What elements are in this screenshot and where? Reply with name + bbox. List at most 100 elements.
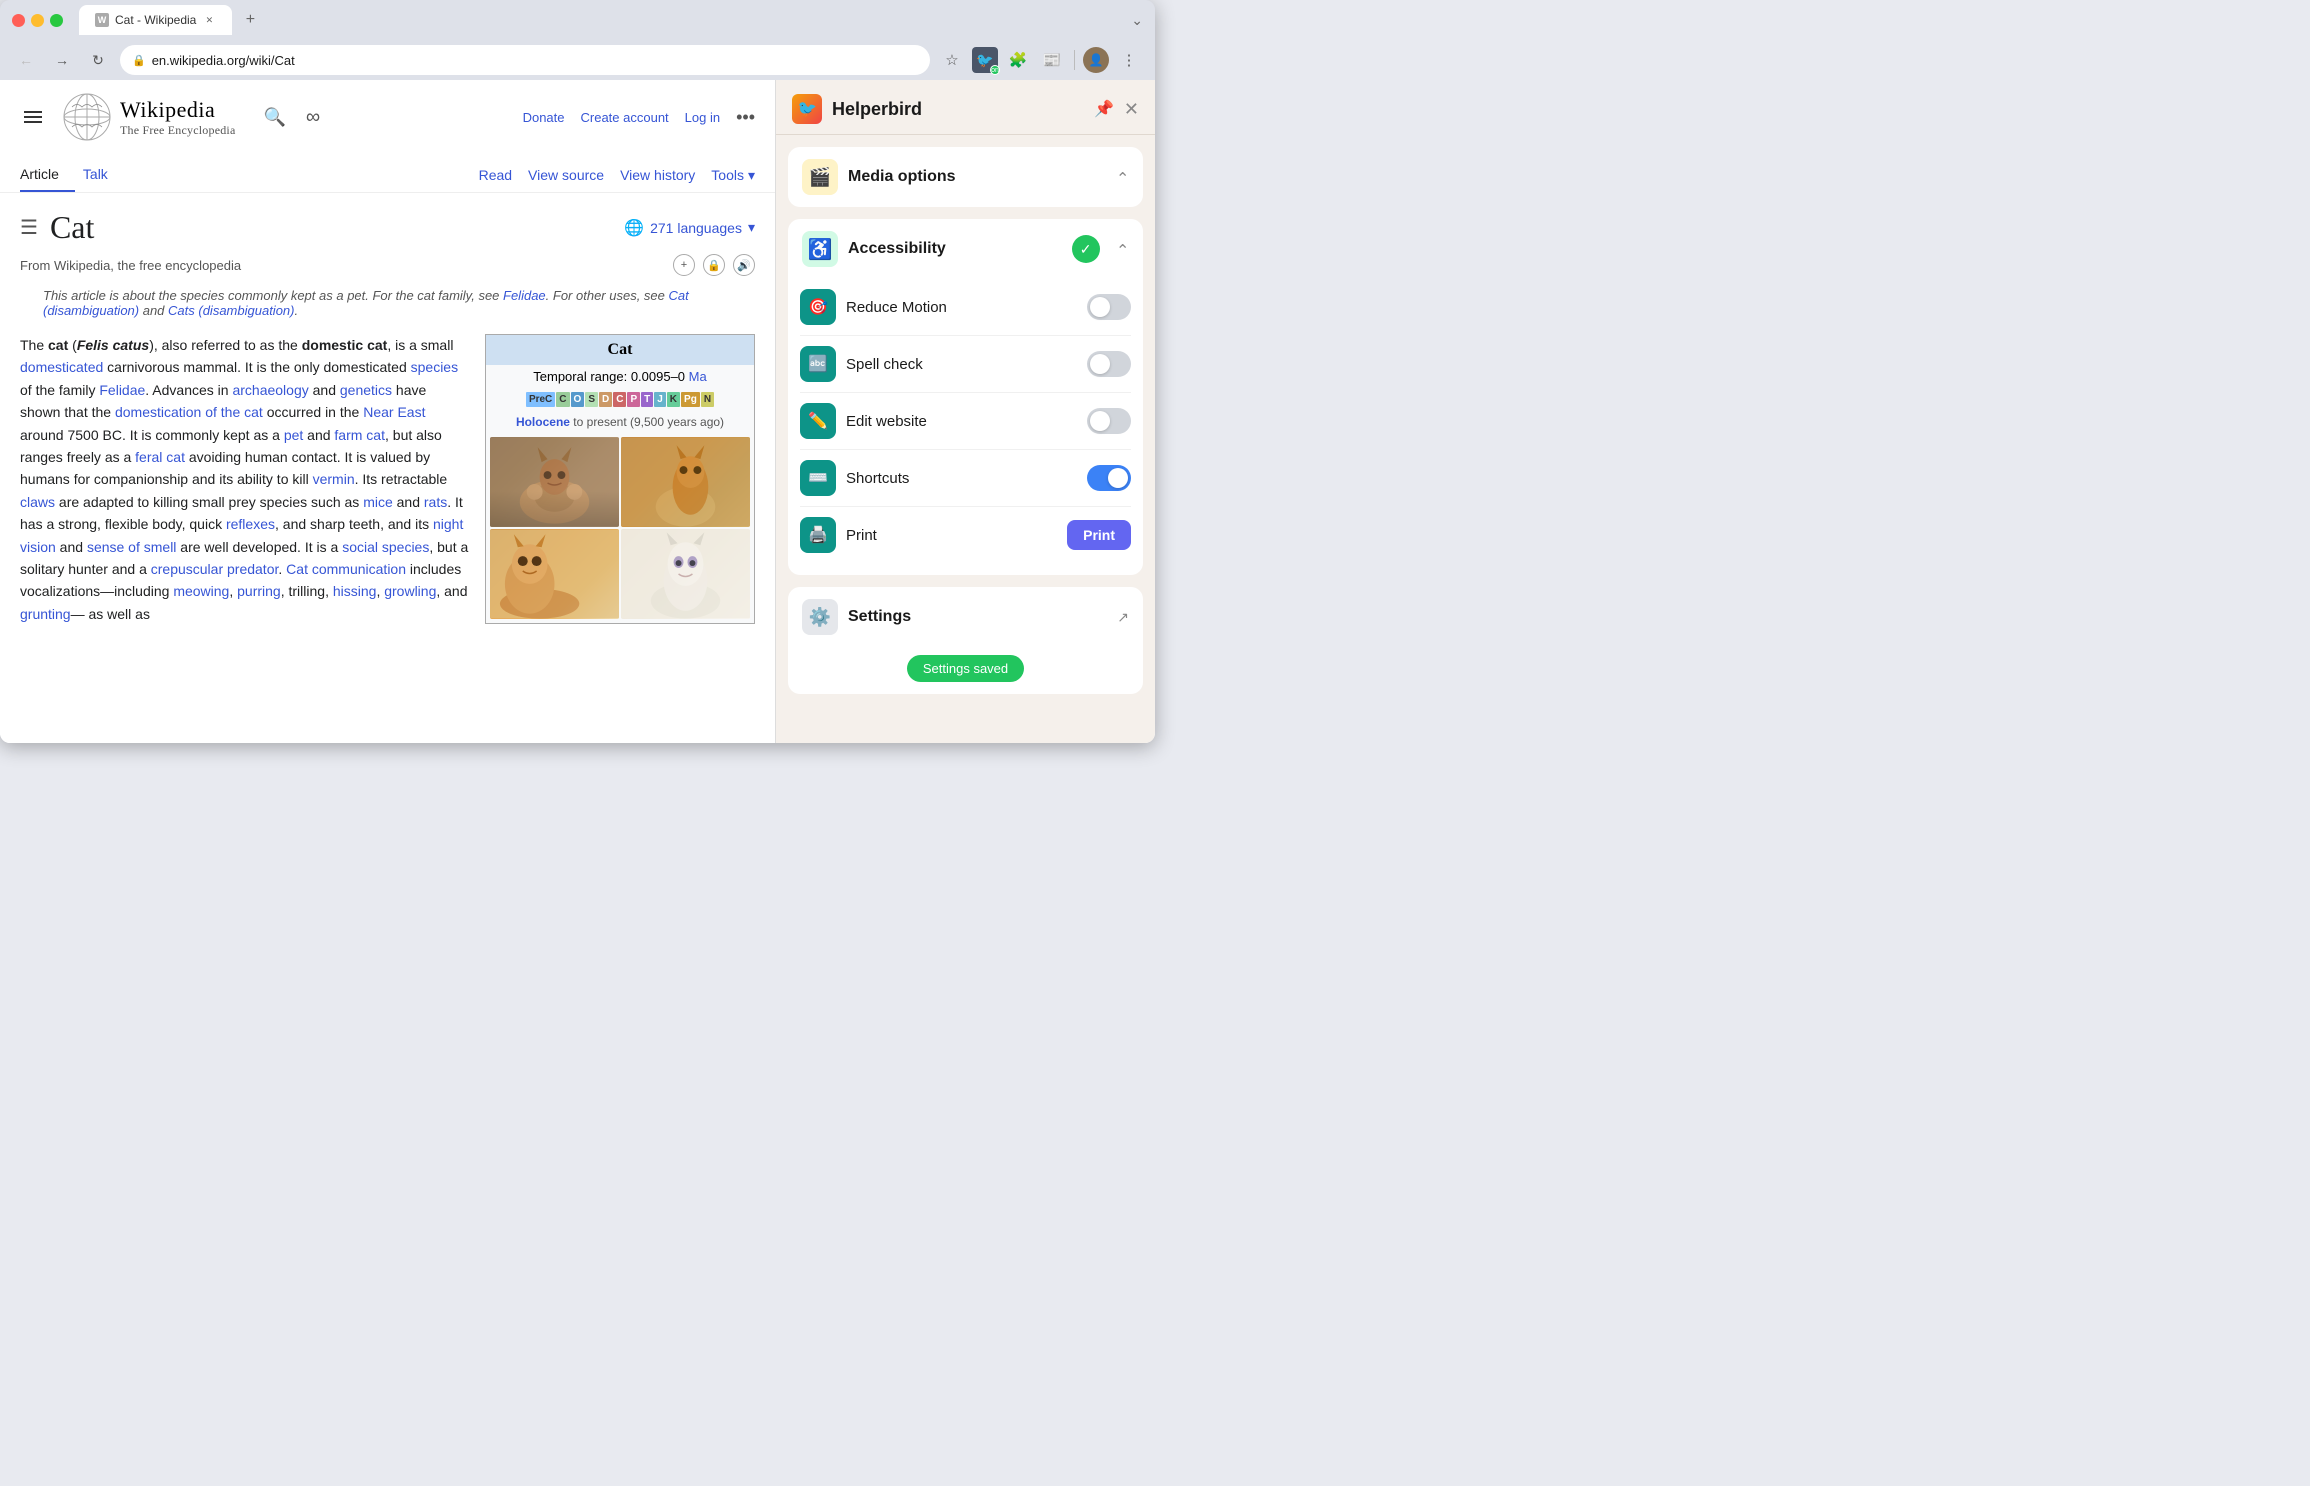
- wiki-logo[interactable]: Wikipedia The Free Encyclopedia: [62, 92, 235, 142]
- external-link-icon: ↗: [1117, 609, 1129, 626]
- lock-small-icon[interactable]: 🔒: [703, 254, 725, 276]
- edit-website-toggle[interactable]: [1087, 408, 1131, 434]
- more-options-button[interactable]: ⋮: [1115, 46, 1143, 74]
- mice-link[interactable]: mice: [363, 494, 393, 510]
- tab-talk[interactable]: Talk: [83, 158, 124, 192]
- pet-link[interactable]: pet: [284, 427, 303, 443]
- genetics-link[interactable]: genetics: [340, 382, 392, 398]
- tab-article[interactable]: Article: [20, 158, 75, 192]
- accessibility-check-icon: ✓: [1072, 235, 1100, 263]
- add-icon[interactable]: +: [673, 254, 695, 276]
- ts-j[interactable]: J: [654, 392, 666, 407]
- farm-cat-link[interactable]: farm cat: [334, 427, 385, 443]
- claws-link[interactable]: claws: [20, 494, 55, 510]
- reload-button[interactable]: ↻: [84, 46, 112, 74]
- reader-view-button[interactable]: 📰: [1038, 46, 1066, 74]
- ts-n[interactable]: N: [701, 392, 714, 407]
- login-link[interactable]: Log in: [685, 110, 720, 125]
- wiki-hatnote: This article is about the species common…: [20, 288, 755, 318]
- wiki-source-icons: + 🔒 🔊: [673, 254, 755, 276]
- minimize-window-button[interactable]: [31, 14, 44, 27]
- grunting-link[interactable]: grunting: [20, 606, 71, 622]
- wiki-tools-btn[interactable]: Tools ▾: [711, 167, 755, 184]
- tab-list-button[interactable]: ⌄: [1131, 12, 1143, 29]
- close-window-button[interactable]: [12, 14, 25, 27]
- shortcuts-toggle[interactable]: [1087, 465, 1131, 491]
- language-count: 271 languages: [650, 220, 742, 236]
- ts-pg[interactable]: Pg: [681, 392, 700, 407]
- ts-c1[interactable]: C: [556, 392, 569, 407]
- domesticated-link[interactable]: domesticated: [20, 359, 103, 375]
- new-tab-button[interactable]: +: [238, 8, 262, 32]
- wiki-globe-icon: [62, 92, 112, 142]
- hissing-link[interactable]: hissing: [333, 583, 377, 599]
- ts-c2[interactable]: C: [613, 392, 626, 407]
- tab-view-history[interactable]: View history: [620, 167, 695, 183]
- back-button[interactable]: ←: [12, 46, 40, 74]
- print-button[interactable]: Print: [1067, 520, 1131, 550]
- temporal-ma-link[interactable]: Ma: [689, 369, 707, 384]
- article-title: Cat: [50, 209, 624, 246]
- reduce-motion-icon: 🎯: [800, 289, 836, 325]
- felidae-link2[interactable]: Felidae: [99, 382, 145, 398]
- ts-prec[interactable]: PreC: [526, 392, 555, 407]
- hb-close-button[interactable]: ✕: [1124, 100, 1139, 118]
- feral-cat-link[interactable]: feral cat: [135, 449, 185, 465]
- felidae-link[interactable]: Felidae: [503, 288, 546, 303]
- hb-pin-button[interactable]: 📌: [1094, 99, 1114, 119]
- language-badge[interactable]: 🌐 271 languages ▾: [624, 218, 755, 238]
- media-options-section: 🎬 Media options ⌄: [788, 147, 1143, 207]
- spell-check-toggle[interactable]: [1087, 351, 1131, 377]
- tab-view-source[interactable]: View source: [528, 167, 604, 183]
- wiki-more-icon[interactable]: •••: [736, 107, 755, 128]
- vermin-link[interactable]: vermin: [313, 471, 355, 487]
- ts-k[interactable]: K: [667, 392, 680, 407]
- hb-header: 🐦 Helperbird 📌 ✕: [776, 80, 1155, 135]
- reduce-motion-toggle[interactable]: [1087, 294, 1131, 320]
- extensions-button[interactable]: 🧩: [1004, 46, 1032, 74]
- tab-close-button[interactable]: ✕: [202, 13, 216, 27]
- profile-icon[interactable]: 👤: [1083, 47, 1109, 73]
- ts-p[interactable]: P: [627, 392, 640, 407]
- tab-title: Cat - Wikipedia: [115, 13, 196, 27]
- address-bar[interactable]: 🔒 en.wikipedia.org/wiki/Cat: [120, 45, 930, 75]
- wiki-search-button[interactable]: 🔍: [263, 107, 285, 128]
- growling-link[interactable]: growling: [384, 583, 436, 599]
- bookmark-button[interactable]: ☆: [938, 46, 966, 74]
- audio-icon[interactable]: 🔊: [733, 254, 755, 276]
- helperbird-extension-icon[interactable]: 🐦 on: [972, 47, 998, 73]
- media-options-header[interactable]: 🎬 Media options ⌄: [788, 147, 1143, 207]
- social-species-link[interactable]: social species: [342, 539, 429, 555]
- spell-check-label: Spell check: [846, 356, 1077, 373]
- tools-chevron-icon: ▾: [748, 167, 755, 184]
- species-link[interactable]: species: [411, 359, 458, 375]
- donate-link[interactable]: Donate: [523, 110, 565, 125]
- near-east-link[interactable]: Near East: [363, 404, 425, 420]
- archaeology-link[interactable]: archaeology: [232, 382, 308, 398]
- reflexes-link[interactable]: reflexes: [226, 516, 275, 532]
- tab-read[interactable]: Read: [479, 167, 512, 183]
- create-account-link[interactable]: Create account: [581, 110, 669, 125]
- ts-t[interactable]: T: [641, 392, 653, 407]
- settings-header[interactable]: ⚙️ Settings ↗: [788, 587, 1143, 647]
- crepuscular-link[interactable]: crepuscular predator: [151, 561, 279, 577]
- wiki-logo-title: Wikipedia: [120, 97, 235, 123]
- holocene-link[interactable]: Holocene: [516, 415, 570, 429]
- ts-o[interactable]: O: [571, 392, 585, 407]
- meowing-link[interactable]: meowing: [173, 583, 229, 599]
- sense-of-smell-link[interactable]: sense of smell: [87, 539, 176, 555]
- maximize-window-button[interactable]: [50, 14, 63, 27]
- hamburger-menu[interactable]: [20, 107, 46, 127]
- cat-communication-link[interactable]: Cat communication: [286, 561, 406, 577]
- active-tab[interactable]: W Cat - Wikipedia ✕: [79, 5, 232, 35]
- purring-link[interactable]: purring: [237, 583, 281, 599]
- domestication-link[interactable]: domestication of the cat: [115, 404, 263, 420]
- rats-link[interactable]: rats: [424, 494, 447, 510]
- ts-d[interactable]: D: [599, 392, 612, 407]
- accessibility-header[interactable]: ♿ Accessibility ✓ ⌄: [788, 219, 1143, 279]
- ts-s[interactable]: S: [585, 392, 598, 407]
- cats-disambig-link[interactable]: Cats (disambiguation): [168, 303, 294, 318]
- article-list-icon[interactable]: ☰: [20, 215, 38, 240]
- cat-disambig-link[interactable]: Cat (disambiguation): [43, 288, 689, 318]
- forward-button[interactable]: →: [48, 46, 76, 74]
